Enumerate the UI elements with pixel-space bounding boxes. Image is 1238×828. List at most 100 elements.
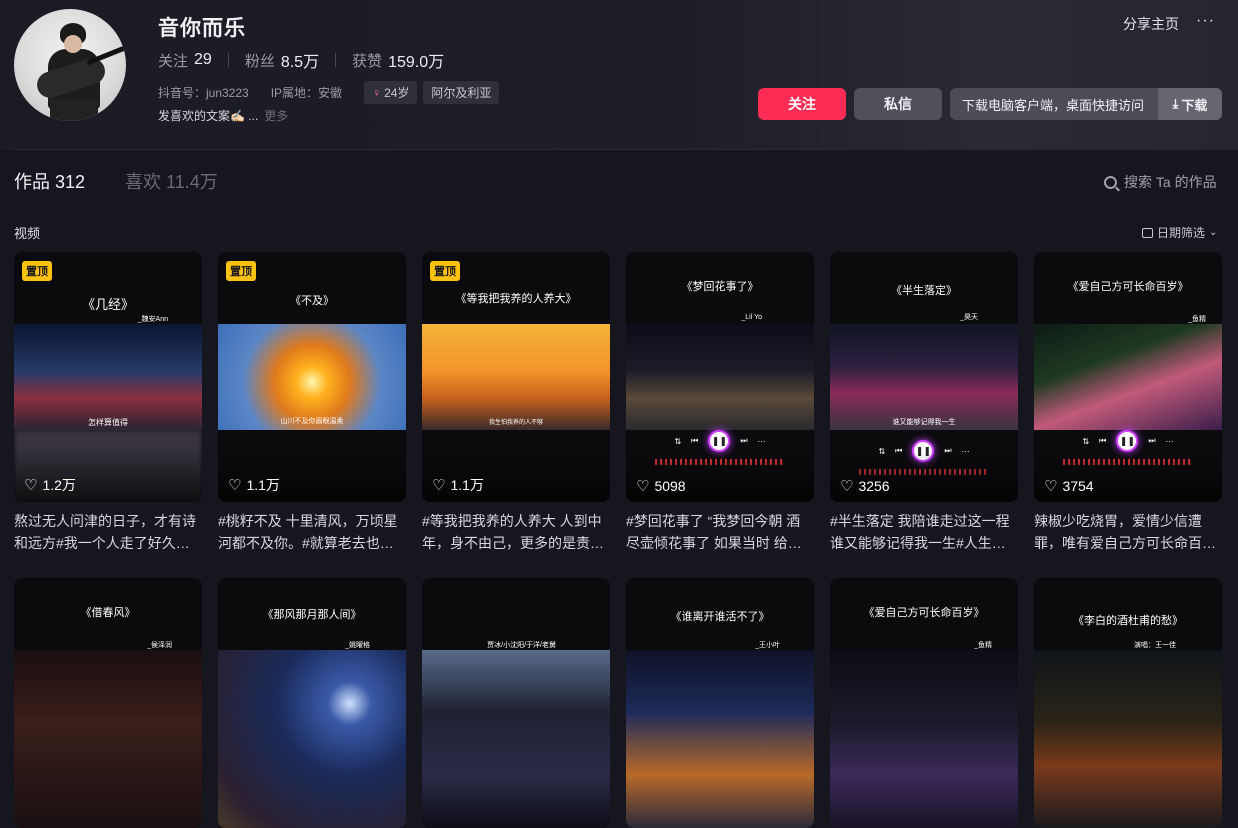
- pinned-badge: 置顶: [226, 261, 256, 281]
- followers-count[interactable]: 8.5万: [281, 48, 319, 72]
- video-likes: ♡ 3256: [840, 478, 890, 495]
- video-thumbnail[interactable]: 《爱自己方可长命百岁》 _鱼精 ⇅ ⏮ ❚❚ ⏭ ⋯ ♡ 3754: [1034, 252, 1222, 502]
- date-filter-label: 日期筛选: [1157, 226, 1206, 240]
- search-icon: [1104, 175, 1117, 189]
- video-description[interactable]: #桃籽不及 十里清风，万顷星河都不及你。#就算老去也…: [218, 510, 406, 554]
- more-icon[interactable]: ···: [1196, 12, 1215, 30]
- heart-icon: ♡: [1044, 478, 1058, 495]
- video-likes: ♡ 1.2万: [24, 477, 76, 494]
- divider: [335, 53, 337, 67]
- ip-location: IP属地：安徽: [270, 86, 343, 100]
- likes-count: 159.0万: [388, 54, 445, 71]
- video-singer: _鱼精: [974, 642, 992, 649]
- video-singer: 演唱：王一佳: [1134, 642, 1176, 649]
- video-title: 《那风那月那人间》: [262, 608, 362, 621]
- video-card[interactable]: 置顶 《不及》 山川不及你眉眼温柔 ♡ 1.1万 #桃籽不及 十里清风，万顷星河都…: [218, 252, 406, 554]
- video-thumbnail[interactable]: 《爱自己方可长命百岁》 _鱼精: [830, 578, 1018, 828]
- video-singer: _姚曜格: [345, 642, 370, 649]
- video-title: 《等我把我养的人养大》: [455, 292, 577, 305]
- followers-label[interactable]: 粉丝: [245, 50, 275, 71]
- following-label[interactable]: 关注: [158, 50, 188, 71]
- video-likes: ♡ 1.1万: [228, 477, 280, 494]
- divider: [14, 149, 1224, 150]
- avatar[interactable]: [14, 9, 126, 121]
- heart-icon: ♡: [840, 478, 854, 495]
- desktop-client-banner[interactable]: 下载电脑客户端，桌面快捷访问 ⤓ 下载: [950, 88, 1222, 120]
- tab-liked[interactable]: 喜欢 11.4万: [125, 168, 218, 194]
- video-description[interactable]: #梦回花事了 “我梦回今朝 酒尽壶倾花事了 如果当时 给…: [626, 510, 814, 554]
- tab-works[interactable]: 作品 312: [14, 168, 85, 194]
- video-thumbnail[interactable]: 置顶 《不及》 山川不及你眉眼温柔 ♡ 1.1万: [218, 252, 406, 502]
- video-singer: _昊天: [960, 314, 978, 321]
- video-caption: 谁又能够记得我一生: [892, 418, 956, 426]
- date-filter-dropdown[interactable]: 日期筛选 ⌄: [1142, 224, 1217, 241]
- client-banner-text: 下载电脑客户端，桌面快捷访问: [962, 97, 1145, 113]
- video-card[interactable]: 《爱自己方可长命百岁》 _鱼精: [830, 578, 1018, 828]
- video-title: 《几经》: [81, 298, 134, 313]
- bio-text: 发喜欢的文案✍🏻 ...: [158, 109, 259, 123]
- pause-icon: ❚❚: [1116, 430, 1139, 452]
- video-thumbnail[interactable]: 《谁离开谁活不了》 _王小叶: [626, 578, 814, 828]
- follow-button[interactable]: 关注: [758, 88, 846, 120]
- video-title: 《爱自己方可长命百岁》: [863, 606, 985, 619]
- video-card[interactable]: 置顶 《等我把我养的人养大》 我生怕我养的人不够 ♡ 1.1万 #等我把我养的人养…: [422, 252, 610, 554]
- video-thumbnail[interactable]: 置顶 《等我把我养的人养大》 我生怕我养的人不够 ♡ 1.1万: [422, 252, 610, 502]
- bio-more-link[interactable]: 更多: [264, 107, 288, 124]
- video-thumbnail[interactable]: 《那风那月那人间》 _姚曜格: [218, 578, 406, 828]
- video-singer: _Lil Yo: [741, 314, 762, 321]
- profile-info: 抖音号：jun3223 IP属地：安徽 ♀ 24岁 阿尔及利亚: [158, 81, 505, 104]
- video-title: 《不及》: [290, 294, 334, 307]
- video-singer: _王小叶: [755, 642, 780, 649]
- video-description[interactable]: 辣椒少吃烧胃，爱情少信遭罪，唯有爱自己方可长命百…: [1034, 510, 1222, 554]
- video-description[interactable]: #等我把我养的人养大 人到中年，身不由己，更多的是责…: [422, 510, 610, 554]
- video-thumbnail[interactable]: 《借春风》 _侯泽润: [14, 578, 202, 828]
- video-likes: ♡ 1.1万: [432, 477, 484, 494]
- video-card[interactable]: 《那风那月那人间》 _姚曜格: [218, 578, 406, 828]
- chevron-down-icon: ⌄: [1209, 227, 1218, 238]
- share-profile-link[interactable]: 分享主页: [1123, 14, 1179, 34]
- video-thumbnail[interactable]: 《半生落定》 _昊天 谁又能够记得我一生 ⇅ ⏮ ❚❚ ⏭ ⋯ ♡ 3256: [830, 252, 1018, 502]
- download-button[interactable]: ⤓ 下载: [1158, 88, 1222, 120]
- following-count[interactable]: 29: [194, 51, 212, 69]
- profile-tabs: 作品 312 喜欢 11.4万: [14, 168, 218, 194]
- video-title: 《借春风》: [80, 606, 136, 619]
- profile-stats: 关注 29 粉丝 8.5万 获赞 159.0万: [158, 48, 444, 72]
- likes-label: 获赞: [352, 52, 383, 70]
- video-description[interactable]: 熬过无人问津的日子，才有诗和远方#我一个人走了好久…: [14, 510, 202, 554]
- video-card[interactable]: 置顶 《几经》 _魏安Ann 怎样算值得 ♡ 1.2万 熬过无人问津的日子，才有诗…: [14, 252, 202, 554]
- video-card[interactable]: 《借春风》 _侯泽润: [14, 578, 202, 828]
- profile-bio: 发喜欢的文案✍🏻 ... 更多: [158, 107, 288, 124]
- section-title: 视频: [14, 226, 41, 241]
- pinned-badge: 置顶: [22, 261, 52, 281]
- video-thumbnail[interactable]: 《李白的酒杜甫的愁》 演唱：王一佳: [1034, 578, 1222, 828]
- video-card[interactable]: 《李白的酒杜甫的愁》 演唱：王一佳: [1034, 578, 1222, 828]
- message-button[interactable]: 私信: [854, 88, 942, 120]
- video-title: 《谁离开谁活不了》: [670, 610, 770, 623]
- age-tag: ♀ 24岁: [364, 81, 418, 104]
- video-card[interactable]: 《梦回花事了》 _Lil Yo ⇅ ⏮ ❚❚ ⏭ ⋯ ♡ 5098 #梦回花事了 “我梦回…: [626, 252, 814, 554]
- video-description[interactable]: #半生落定 我陪谁走过这一程 谁又能够记得我一生#人生…: [830, 510, 1018, 554]
- video-singer: _魏安Ann: [137, 316, 168, 323]
- heart-icon: ♡: [228, 477, 242, 494]
- video-singer: 贾冰/小沈阳/于洋/老舅: [487, 642, 556, 649]
- video-thumbnail[interactable]: 《梦回花事了》 _Lil Yo ⇅ ⏮ ❚❚ ⏭ ⋯ ♡ 5098: [626, 252, 814, 502]
- video-thumbnail[interactable]: 置顶 《几经》 _魏安Ann 怎样算值得 ♡ 1.2万: [14, 252, 202, 502]
- video-card[interactable]: 贾冰/小沈阳/于洋/老舅: [422, 578, 610, 828]
- video-caption: 怎样算值得: [88, 418, 128, 427]
- video-card[interactable]: 《谁离开谁活不了》 _王小叶: [626, 578, 814, 828]
- search-works-button[interactable]: 搜索 Ta 的作品: [1104, 172, 1217, 192]
- search-label: 搜索 Ta 的作品: [1124, 174, 1217, 190]
- profile-header: 音你而乐 关注 29 粉丝 8.5万 获赞 159.0万 抖音号：jun3223…: [0, 0, 1238, 150]
- video-title: 《爱自己方可长命百岁》: [1067, 280, 1189, 293]
- profile-name: 音你而乐: [158, 17, 246, 40]
- video-title: 《梦回花事了》: [681, 280, 759, 293]
- video-caption: 我生怕我养的人不够: [488, 419, 543, 426]
- heart-icon: ♡: [24, 477, 38, 494]
- video-thumbnail[interactable]: 贾冰/小沈阳/于洋/老舅: [422, 578, 610, 828]
- video-card[interactable]: 《半生落定》 _昊天 谁又能够记得我一生 ⇅ ⏮ ❚❚ ⏭ ⋯ ♡ 3256 #半生落定 …: [830, 252, 1018, 554]
- pinned-badge: 置顶: [430, 261, 460, 281]
- pause-icon: ❚❚: [708, 430, 731, 452]
- location-tag: 阿尔及利亚: [423, 81, 500, 104]
- video-card[interactable]: 《爱自己方可长命百岁》 _鱼精 ⇅ ⏮ ❚❚ ⏭ ⋯ ♡ 3754 辣椒少吃烧胃，爱情少信…: [1034, 252, 1222, 554]
- video-title: 《半生落定》: [891, 284, 957, 297]
